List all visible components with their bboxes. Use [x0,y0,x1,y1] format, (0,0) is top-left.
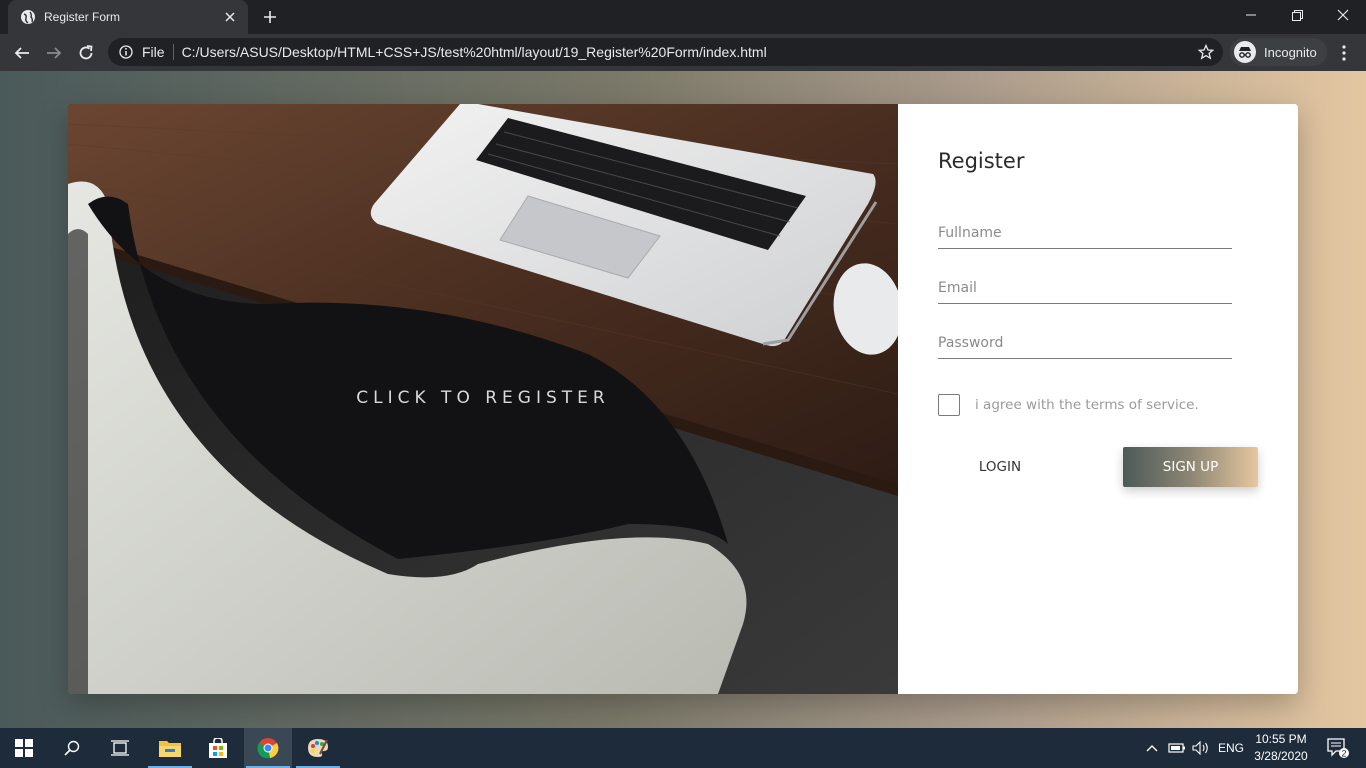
forward-button[interactable] [40,39,68,67]
action-center-button[interactable]: 2 [1318,728,1358,768]
file-explorer-button[interactable] [146,728,194,768]
register-card: CLICK TO REGISTER Register i agree with … [68,104,1298,694]
back-arrow-icon [14,47,29,59]
browser-menu-icon[interactable] [1334,39,1354,67]
speaker-icon [1192,741,1208,755]
paint-app-button[interactable] [294,728,342,768]
tab-title: Register Form [44,10,121,24]
register-form: Register i agree with the terms of servi… [898,104,1298,694]
close-window-button[interactable] [1320,0,1366,30]
notification-count: 2 [1341,749,1346,759]
hero-image-panel: CLICK TO REGISTER [68,104,898,694]
login-button[interactable]: LOGIN [938,447,1062,487]
search-icon [64,740,80,756]
battery-button[interactable] [1166,728,1188,768]
reload-icon [79,45,93,60]
volume-button[interactable] [1190,728,1212,768]
browser-tab[interactable]: Register Form [8,0,248,34]
email-input[interactable] [938,274,1232,302]
omnibox-divider [172,44,174,60]
task-view-icon [111,740,129,756]
terms-checkbox[interactable] [938,394,960,416]
paint-palette-icon [308,739,328,757]
browser-toolbar: File C:/Users/ASUS/Desktop/HTML+CSS+JS/t… [0,34,1366,71]
chrome-taskbar-button[interactable] [244,728,292,768]
search-button[interactable] [48,728,96,768]
windows-taskbar: ENG 10:55 PM 3/28/2020 2 [0,728,1366,768]
incognito-label: Incognito [1264,44,1317,60]
reload-button[interactable] [72,39,100,67]
incognito-icon [1234,41,1256,63]
tab-close-icon[interactable] [222,9,238,25]
incognito-profile-button[interactable]: Incognito [1230,38,1327,66]
language-indicator[interactable]: ENG [1214,728,1248,768]
windows-logo-icon [15,739,33,757]
language-label: ENG [1217,741,1244,755]
url-text[interactable]: C:/Users/ASUS/Desktop/HTML+CSS+JS/test%2… [182,44,767,60]
battery-icon [1168,743,1185,753]
fullname-field-wrapper [938,219,1232,249]
store-bag-icon [209,738,227,758]
bookmark-star-icon[interactable] [1197,43,1215,61]
browser-titlebar: Register Form [0,0,1366,34]
clock-date: 3/28/2020 [1254,749,1308,763]
minimize-button[interactable] [1228,0,1274,30]
task-view-button[interactable] [96,728,144,768]
store-button[interactable] [194,728,242,768]
forward-arrow-icon [47,47,62,59]
signup-button[interactable]: SIGN UP [1123,447,1258,487]
chevron-up-icon [1146,745,1158,752]
start-button[interactable] [0,728,48,768]
back-button[interactable] [8,39,36,67]
form-title: Register [938,149,1025,173]
click-to-register-link[interactable]: CLICK TO REGISTER [68,388,898,408]
chrome-icon [257,738,279,759]
info-icon[interactable] [118,44,134,60]
folder-icon [159,741,181,757]
new-tab-button[interactable] [258,6,282,28]
fullname-input[interactable] [938,219,1232,247]
system-clock[interactable]: 10:55 PM 3/28/2020 [1248,731,1314,765]
address-bar[interactable]: File C:/Users/ASUS/Desktop/HTML+CSS+JS/t… [108,38,1223,66]
globe-icon [20,9,36,25]
show-hidden-icons-button[interactable] [1142,728,1162,768]
page-background: CLICK TO REGISTER Register i agree with … [0,71,1366,728]
password-field-wrapper [938,329,1232,359]
password-input[interactable] [938,329,1232,357]
file-scheme-label: File [142,44,165,60]
clock-time: 10:55 PM [1255,732,1307,746]
terms-label: i agree with the terms of service. [975,397,1199,413]
email-field-wrapper [938,274,1232,304]
notification-icon: 2 [1327,738,1349,758]
restore-button[interactable] [1274,0,1320,30]
